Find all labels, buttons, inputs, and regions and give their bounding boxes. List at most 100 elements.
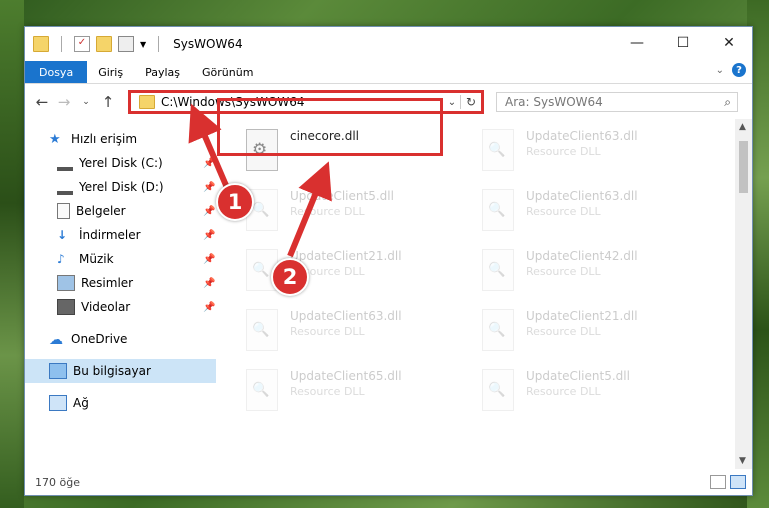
pin-icon[interactable]: 📌	[203, 206, 215, 217]
file-name: UpdateClient5.dll	[526, 369, 630, 383]
explorer-window: ✓ ▼ SysWOW64 — ☐ ✕ Dosya Giriş Paylaş Gö…	[24, 26, 753, 496]
list-item[interactable]: UpdateClient5.dll Resource DLL	[242, 185, 462, 241]
folder-icon	[33, 36, 49, 52]
sidebar-item-quick-access[interactable]: ★ Hızlı erişim	[25, 127, 216, 151]
window-title: SysWOW64	[173, 37, 243, 51]
pin-icon[interactable]: 📌	[203, 230, 215, 241]
main-content: ★ Hızlı erişim Yerel Disk (C:) 📌 Yerel D…	[25, 119, 752, 469]
video-icon	[57, 299, 75, 315]
scrollbar-thumb[interactable]	[739, 141, 748, 193]
sidebar-item-label: Bu bilgisayar	[73, 364, 151, 378]
file-name: UpdateClient63.dll	[526, 129, 638, 143]
file-type: Resource DLL	[290, 205, 365, 218]
list-item[interactable]: UpdateClient42.dll Resource DLL	[478, 245, 698, 301]
sidebar-item-downloads[interactable]: ↓ İndirmeler 📌	[25, 223, 216, 247]
help-icon[interactable]: ?	[732, 63, 746, 77]
tab-view[interactable]: Görünüm	[191, 61, 264, 83]
drive-icon	[57, 161, 73, 171]
file-type: Resource DLL	[290, 385, 365, 398]
list-item[interactable]: UpdateClient5.dll Resource DLL	[478, 365, 698, 421]
pin-icon[interactable]: 📌	[203, 278, 215, 289]
back-button[interactable]: ←	[31, 93, 53, 111]
sidebar-item-network[interactable]: Ağ	[25, 391, 216, 415]
sidebar-item-onedrive[interactable]: ☁ OneDrive	[25, 327, 216, 351]
dll-file-icon	[482, 369, 514, 411]
search-placeholder: Ara: SysWOW64	[505, 95, 603, 109]
navigation-pane: ★ Hızlı erişim Yerel Disk (C:) 📌 Yerel D…	[25, 119, 216, 469]
list-item[interactable]: UpdateClient21.dll Resource DLL	[478, 305, 698, 361]
expand-ribbon-icon[interactable]: ⌄	[716, 65, 724, 76]
scroll-down-icon[interactable]: ▼	[739, 456, 746, 466]
file-type: Resource DLL	[526, 265, 601, 278]
properties-icon[interactable]: ✓	[74, 36, 90, 52]
selected-file-highlight	[217, 98, 443, 156]
sidebar-item-videos[interactable]: Videolar 📌	[25, 295, 216, 319]
chevron-down-icon[interactable]: ⌄	[444, 97, 460, 108]
computer-icon	[49, 363, 67, 379]
pin-icon[interactable]: 📌	[203, 158, 215, 169]
sidebar-item-label: Belgeler	[76, 204, 126, 218]
file-name: UpdateClient21.dll	[290, 249, 402, 263]
list-item[interactable]: UpdateClient65.dll Resource DLL	[242, 365, 462, 421]
title-bar[interactable]: ✓ ▼ SysWOW64 — ☐ ✕	[25, 27, 752, 61]
minimize-button[interactable]: —	[614, 27, 660, 59]
sidebar-item-disk-c[interactable]: Yerel Disk (C:) 📌	[25, 151, 216, 175]
file-type: Resource DLL	[526, 205, 601, 218]
new-folder-icon[interactable]	[96, 36, 112, 52]
ribbon-tabs: Dosya Giriş Paylaş Görünüm ⌄ ?	[25, 61, 752, 84]
file-type: Resource DLL	[290, 325, 365, 338]
cloud-icon: ☁	[49, 332, 63, 348]
tab-share[interactable]: Paylaş	[134, 61, 191, 83]
sidebar-item-this-pc[interactable]: Bu bilgisayar	[25, 359, 216, 383]
sidebar-item-disk-d[interactable]: Yerel Disk (D:) 📌	[25, 175, 216, 199]
recent-locations-button[interactable]: ⌄	[75, 97, 97, 107]
dll-file-icon	[482, 129, 514, 171]
search-icon[interactable]: ⌕	[724, 95, 731, 110]
file-name: UpdateClient21.dll	[526, 309, 638, 323]
up-button[interactable]: ↑	[97, 93, 119, 111]
file-name: UpdateClient5.dll	[290, 189, 394, 203]
divider	[61, 36, 62, 52]
dll-file-icon	[482, 249, 514, 291]
details-view-icon[interactable]	[710, 475, 726, 489]
close-button[interactable]: ✕	[706, 27, 752, 59]
list-item[interactable]: UpdateClient63.dll Resource DLL	[478, 125, 698, 181]
download-icon: ↓	[57, 228, 68, 242]
chevron-down-icon[interactable]: ▼	[140, 40, 146, 49]
ribbon-right: ⌄ ?	[716, 63, 746, 77]
maximize-button[interactable]: ☐	[660, 27, 706, 59]
sidebar-item-label: Yerel Disk (C:)	[79, 156, 163, 170]
tab-file[interactable]: Dosya	[25, 61, 88, 83]
forward-button[interactable]: →	[53, 93, 75, 111]
view-options-icon[interactable]	[118, 36, 134, 52]
refresh-button[interactable]: ↻	[460, 95, 481, 109]
file-name: UpdateClient42.dll	[526, 249, 638, 263]
sidebar-item-label: İndirmeler	[79, 228, 141, 242]
sidebar-item-pictures[interactable]: Resimler 📌	[25, 271, 216, 295]
folder-icon	[139, 95, 155, 109]
window-controls: — ☐ ✕	[614, 27, 752, 59]
large-icons-view-icon[interactable]	[730, 475, 746, 489]
dll-file-icon	[246, 309, 278, 351]
tab-home[interactable]: Giriş	[87, 61, 134, 83]
step-badge-1: 1	[216, 183, 254, 221]
list-item[interactable]: UpdateClient63.dll Resource DLL	[478, 185, 698, 241]
dll-file-icon	[482, 309, 514, 351]
pin-icon[interactable]: 📌	[203, 182, 215, 193]
scroll-up-icon[interactable]: ▲	[739, 122, 746, 132]
list-item[interactable]: UpdateClient63.dll Resource DLL	[242, 305, 462, 361]
vertical-scrollbar[interactable]: ▲ ▼	[735, 119, 752, 469]
sidebar-item-label: Hızlı erişim	[71, 132, 138, 146]
pin-icon[interactable]: 📌	[203, 302, 215, 313]
view-switcher	[710, 475, 746, 489]
documents-icon	[57, 203, 70, 219]
drive-icon	[57, 185, 73, 195]
divider	[158, 36, 160, 52]
sidebar-item-label: Müzik	[79, 252, 114, 266]
sidebar-item-music[interactable]: ♪ Müzik 📌	[25, 247, 216, 271]
sidebar-item-documents[interactable]: Belgeler 📌	[25, 199, 216, 223]
file-name: UpdateClient63.dll	[290, 309, 402, 323]
search-input[interactable]: Ara: SysWOW64 ⌕	[496, 92, 738, 112]
file-name: UpdateClient63.dll	[526, 189, 638, 203]
pin-icon[interactable]: 📌	[203, 254, 215, 265]
